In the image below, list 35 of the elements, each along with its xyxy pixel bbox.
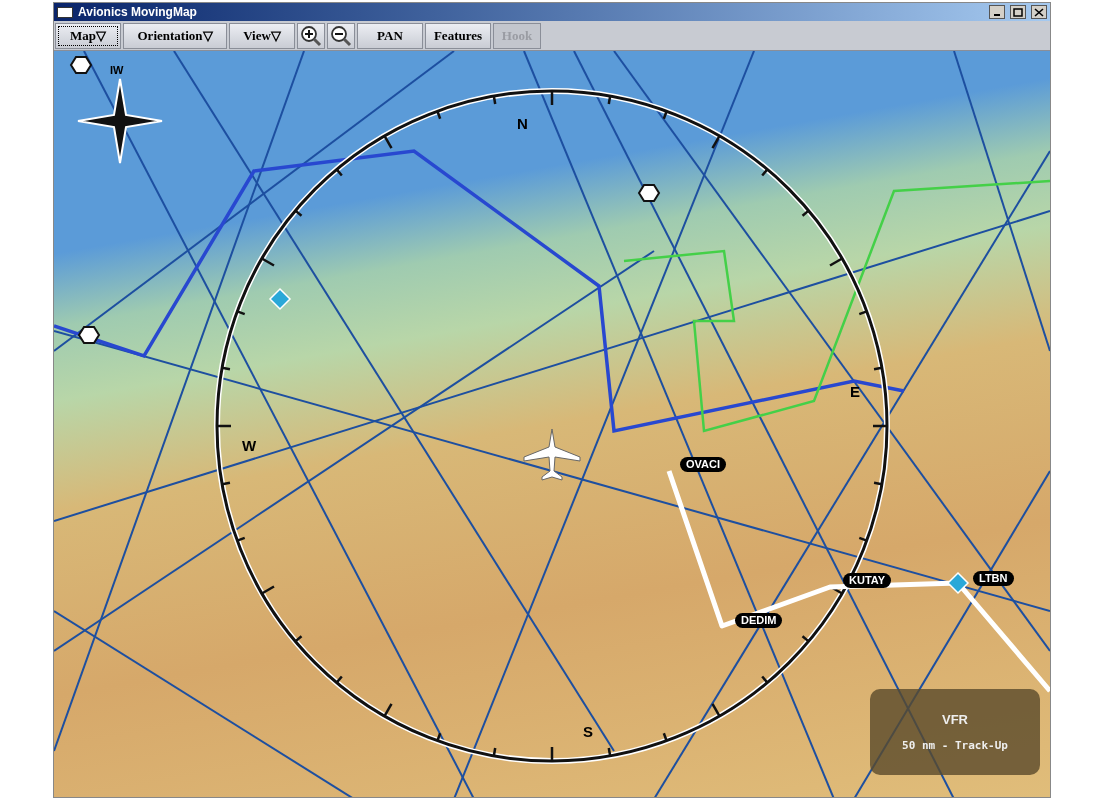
- close-button[interactable]: [1031, 5, 1047, 19]
- compass-rose-icon: [77, 78, 163, 164]
- close-icon: [1034, 7, 1044, 17]
- waypoint-label: LTBN: [973, 571, 1014, 586]
- window-icon: [57, 6, 73, 18]
- zoom-in-button[interactable]: [297, 22, 325, 49]
- zoom-out-button[interactable]: [327, 22, 355, 49]
- minimize-icon: [994, 13, 1000, 16]
- range-label: 50 nm - Track-Up: [902, 737, 1008, 754]
- window-title: Avionics MovingMap: [78, 4, 198, 21]
- waypoint-label: KUTAY: [843, 573, 892, 588]
- zoom-out-icon: [330, 24, 352, 47]
- waypoint-label: DEDIM: [735, 613, 783, 628]
- navaid-icon: [946, 571, 970, 595]
- menu-button[interactable]: Orientation▽: [123, 22, 227, 49]
- minimize-button[interactable]: [989, 5, 1005, 19]
- airport-icon: [77, 326, 101, 344]
- maximize-button[interactable]: [1010, 5, 1026, 19]
- menu-button[interactable]: Map▽: [55, 22, 121, 49]
- menu-button[interactable]: View▽: [229, 22, 295, 49]
- zoom-in-icon: [300, 24, 322, 47]
- compass-label: E: [850, 382, 860, 402]
- airplane-icon: [523, 428, 581, 481]
- waypoint-label: OVACI: [680, 457, 727, 472]
- toolbar-button[interactable]: Features: [425, 22, 491, 49]
- compass-label: N: [517, 114, 528, 134]
- airport-icon: [69, 56, 93, 74]
- airport-label: IW: [110, 63, 124, 78]
- navaid-icon: [268, 287, 292, 311]
- airport-icon: [637, 184, 661, 202]
- flight-rules-label: VFR: [942, 711, 968, 729]
- compass-label: S: [583, 722, 593, 742]
- compass-label: W: [242, 436, 257, 456]
- toolbar-button[interactable]: PAN: [357, 22, 423, 49]
- maximize-icon: [1013, 7, 1023, 17]
